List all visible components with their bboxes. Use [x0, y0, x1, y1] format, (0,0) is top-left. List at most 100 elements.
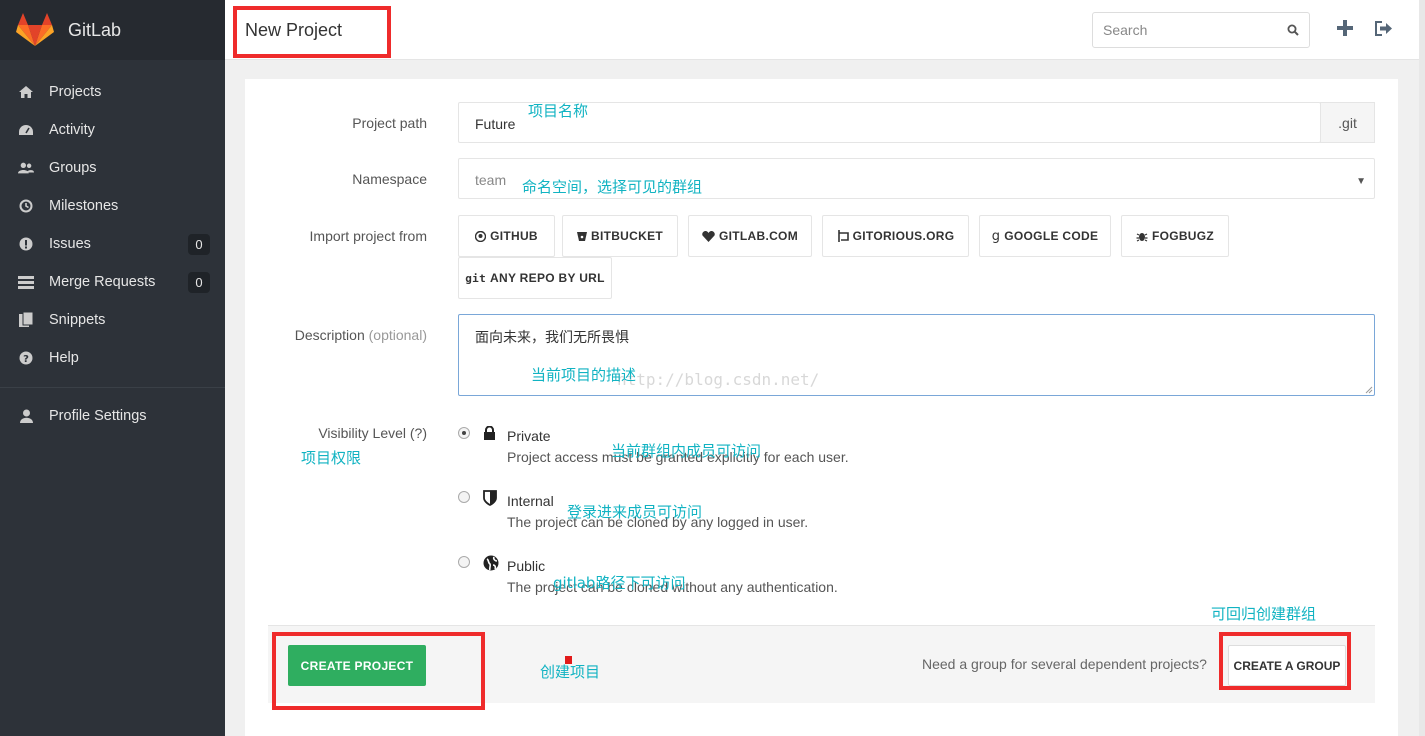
- clipboard-icon: [18, 312, 34, 328]
- import-google-code-button[interactable]: g GOOGLE CODE: [979, 215, 1111, 257]
- sidebar: GitLab Projects Activity Groups Mileston…: [0, 0, 225, 736]
- annotation-project-name: 项目名称: [528, 102, 589, 120]
- sidebar-item-groups[interactable]: Groups: [0, 149, 225, 187]
- sidebar-item-issues[interactable]: Issues 0: [0, 225, 225, 263]
- sidebar-item-label: Milestones: [49, 198, 119, 214]
- visibility-internal-label: Internal: [507, 493, 554, 509]
- sidebar-item-activity[interactable]: Activity: [0, 111, 225, 149]
- bug-icon: [1136, 233, 1148, 242]
- sidebar-item-label: Groups: [49, 160, 97, 176]
- bitbucket-icon: [576, 231, 587, 241]
- project-path-label: Project path: [352, 115, 427, 131]
- import-bitbucket-button[interactable]: BITBUCKET: [562, 215, 678, 257]
- description-label-text: Description: [294, 327, 365, 343]
- chevron-down-icon: ▼: [1356, 176, 1366, 187]
- sidebar-item-label: Profile Settings: [49, 408, 147, 424]
- home-icon: [18, 84, 34, 100]
- sidebar-item-projects[interactable]: Projects: [0, 73, 225, 111]
- namespace-value: team: [475, 172, 507, 188]
- google-icon: g: [991, 228, 1001, 244]
- sidebar-item-label: Help: [49, 350, 79, 366]
- sidebar-item-milestones[interactable]: Milestones: [0, 187, 225, 225]
- sidebar-profile-nav: Profile Settings: [0, 397, 225, 435]
- annotation-create-group: 可回归创建群组: [1211, 605, 1317, 623]
- git-suffix-label: .git: [1338, 114, 1357, 131]
- search-input[interactable]: [1093, 13, 1273, 47]
- user-icon: [18, 408, 34, 424]
- title-highlight-box: [233, 6, 391, 58]
- git-icon: git: [465, 271, 487, 285]
- sidebar-item-label: Activity: [49, 122, 95, 138]
- import-bitbucket-label: BITBUCKET: [590, 229, 664, 243]
- gitorious-icon: [837, 230, 849, 242]
- github-icon: [475, 230, 487, 242]
- sidebar-item-help[interactable]: ? Help: [0, 339, 225, 377]
- globe-icon: [483, 555, 499, 574]
- create-project-highlight-box: [272, 632, 485, 710]
- sidebar-item-label: Merge Requests: [49, 274, 156, 290]
- question-icon: ?: [18, 350, 34, 366]
- import-any-repo-label: ANY REPO BY URL: [490, 271, 605, 285]
- sign-out-icon[interactable]: [1375, 21, 1393, 39]
- annotation-description: 当前项目的描述: [531, 366, 637, 384]
- import-gitorious-button[interactable]: GITORIOUS.ORG: [822, 215, 969, 257]
- sidebar-item-label: Issues: [49, 236, 91, 252]
- gitlab-logo-icon: [16, 13, 54, 46]
- red-marker: [565, 656, 572, 664]
- sidebar-nav: Projects Activity Groups Milestones Issu…: [0, 60, 225, 377]
- namespace-label: Namespace: [352, 171, 427, 187]
- top-header: New Project: [225, 0, 1425, 60]
- sidebar-divider: [0, 387, 225, 388]
- description-label: Description (optional): [295, 327, 427, 343]
- visibility-private-radio[interactable]: [458, 427, 470, 439]
- visibility-public-radio[interactable]: [458, 556, 470, 568]
- create-group-highlight-box: [1219, 632, 1351, 690]
- dashboard-icon: [18, 122, 34, 138]
- list-icon: [18, 274, 34, 290]
- description-optional-text: (optional): [368, 327, 427, 343]
- import-any-repo-button[interactable]: git ANY REPO BY URL: [458, 257, 612, 299]
- brand-name: GitLab: [68, 19, 122, 40]
- git-suffix-addon: .git: [1320, 102, 1375, 143]
- import-fogbugz-label: FOGBUGZ: [1151, 229, 1215, 243]
- new-project-plus-icon[interactable]: [1337, 20, 1353, 39]
- description-value: 面向未来，我们无所畏惧: [475, 329, 629, 345]
- import-gitlab-com-label: GITLAB.COM: [719, 229, 798, 243]
- users-icon: [18, 160, 34, 176]
- need-group-text: Need a group for several dependent proje…: [922, 656, 1207, 672]
- import-label: Import project from: [309, 228, 427, 244]
- search-box[interactable]: [1092, 12, 1310, 48]
- sidebar-item-profile-settings[interactable]: Profile Settings: [0, 397, 225, 435]
- sidebar-item-label: Projects: [49, 84, 102, 100]
- issues-count-badge: 0: [188, 234, 210, 255]
- annotation-namespace: 命名空间，选择可见的群组: [522, 178, 703, 196]
- project-path-value: Future: [475, 116, 516, 132]
- import-github-label: GITHUB: [490, 229, 538, 243]
- visibility-internal-radio[interactable]: [458, 491, 470, 503]
- exclamation-icon: [18, 236, 34, 252]
- import-gitlab-com-button[interactable]: GITLAB.COM: [688, 215, 812, 257]
- search-icon[interactable]: [1287, 23, 1299, 39]
- import-gitorious-label: GITORIOUS.ORG: [852, 229, 955, 243]
- shield-icon: [483, 490, 497, 509]
- heart-icon: [702, 230, 715, 242]
- lock-icon: [483, 425, 496, 443]
- annotation-public: gitlab路径下可访问: [553, 574, 686, 592]
- sidebar-item-label: Snippets: [49, 312, 106, 328]
- import-github-button[interactable]: GITHUB: [458, 215, 555, 257]
- annotation-private: 当前群组内成员可访问: [611, 442, 762, 460]
- visibility-label: Visibility Level (?): [318, 425, 427, 441]
- brand[interactable]: GitLab: [0, 0, 225, 60]
- annotation-visibility: 项目权限: [301, 449, 362, 467]
- sidebar-item-merge-requests[interactable]: Merge Requests 0: [0, 263, 225, 301]
- visibility-public-label: Public: [507, 558, 546, 574]
- window-scrollbar[interactable]: [1419, 0, 1425, 736]
- import-fogbugz-button[interactable]: FOGBUGZ: [1121, 215, 1229, 257]
- resize-handle-icon[interactable]: [1365, 386, 1373, 394]
- annotation-create-project: 创建项目: [540, 663, 601, 681]
- clock-icon: [18, 198, 34, 214]
- visibility-private-label: Private: [507, 428, 551, 444]
- watermark: http://blog.csdn.net/: [617, 370, 820, 389]
- sidebar-item-snippets[interactable]: Snippets: [0, 301, 225, 339]
- merge-requests-count-badge: 0: [188, 272, 210, 293]
